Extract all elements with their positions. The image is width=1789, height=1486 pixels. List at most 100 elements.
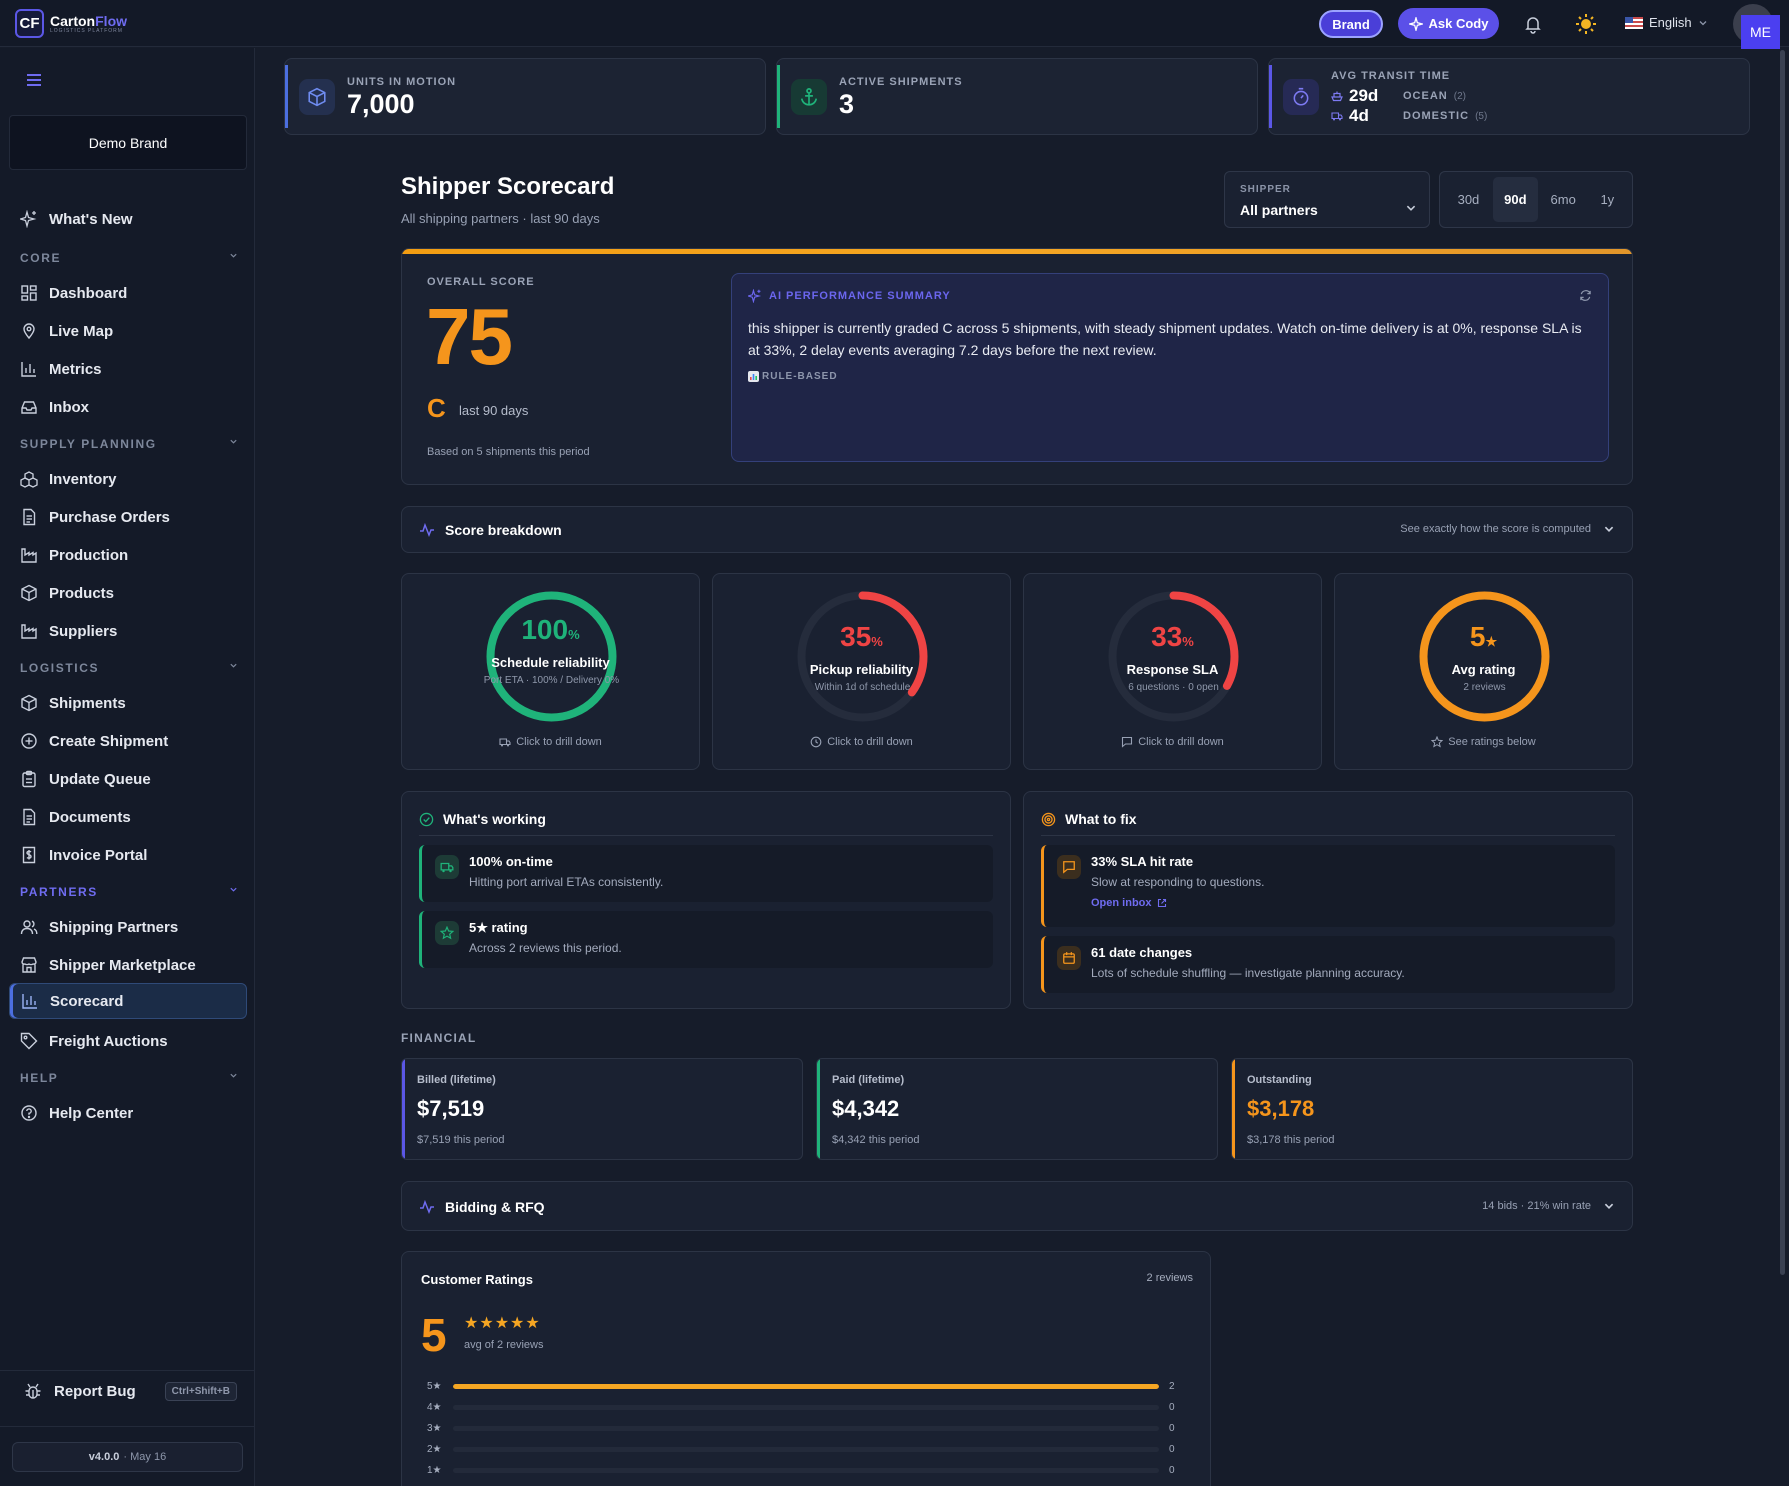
anchor-icon [791, 79, 827, 115]
drill-down-link[interactable]: Click to drill down [1024, 736, 1321, 748]
sidebar-item-shipping-partners[interactable]: Shipping Partners [9, 909, 247, 945]
range-30d[interactable]: 30d [1446, 177, 1491, 222]
theme-toggle-sun-icon[interactable] [1575, 13, 1597, 35]
financial-value: $3,178 [1247, 1096, 1315, 1121]
app-logo[interactable]: CF CartonFlow LOGISTICS PLATFORM [15, 9, 127, 38]
package-icon [21, 584, 37, 602]
range-6mo[interactable]: 6mo [1540, 177, 1587, 222]
see-ratings-link[interactable]: See ratings below [1335, 736, 1632, 748]
shipper-select[interactable]: SHIPPER All partners [1224, 171, 1430, 228]
sidebar-item-label: Create Shipment [49, 732, 169, 750]
sidebar-item-label: Purchase Orders [49, 508, 170, 526]
nav-section-core[interactable]: CORE [20, 251, 238, 265]
sidebar-item-scorecard[interactable]: Scorecard [9, 983, 247, 1019]
gauge-schedule-reliability[interactable]: 100% Schedule reliability Port ETA · 100… [401, 573, 700, 770]
sidebar-item-live-map[interactable]: Live Map [9, 313, 247, 349]
rating-row-label: 1★ [427, 1464, 442, 1476]
page-subtitle: All shipping partners · last 90 days [401, 211, 600, 226]
sidebar-item-suppliers[interactable]: Suppliers [9, 613, 247, 649]
nav-section-supply-planning[interactable]: SUPPLY PLANNING [20, 437, 238, 451]
sidebar-item-help-center[interactable]: Help Center [9, 1095, 247, 1131]
sidebar-item-purchase-orders[interactable]: Purchase Orders [9, 499, 247, 535]
chevron-down-icon [230, 253, 237, 258]
brand-button[interactable]: Brand [1319, 10, 1383, 38]
bell-icon[interactable] [1523, 14, 1543, 34]
gauge-value: 35% [713, 621, 1010, 653]
sidebar-item-create-shipment[interactable]: Create Shipment [9, 723, 247, 759]
chevron-down-icon [230, 887, 237, 892]
ask-cody-label: Ask Cody [1428, 16, 1489, 31]
ratings-title: Customer Ratings [421, 1272, 533, 1287]
hamburger-menu-icon[interactable] [26, 73, 42, 87]
drill-down-link[interactable]: Click to drill down [402, 736, 699, 748]
kpi-active-shipments: ACTIVE SHIPMENTS 3 [776, 58, 1258, 135]
fix-item-desc: Slow at responding to questions. [1091, 875, 1265, 889]
factory-icon [21, 548, 37, 563]
refresh-icon[interactable] [1579, 289, 1592, 302]
financial-card-billed: Billed (lifetime) $7,519 $7,519 this per… [401, 1058, 803, 1160]
kpi-label: ACTIVE SHIPMENTS [839, 76, 963, 88]
sidebar-item-shipper-marketplace[interactable]: Shipper Marketplace [9, 947, 247, 983]
chevron-down-icon [230, 663, 237, 668]
sidebar-item-label: Scorecard [50, 992, 124, 1010]
sparkles-icon [20, 210, 37, 228]
ask-cody-button[interactable]: Ask Cody [1398, 8, 1499, 39]
score-breakdown-toggle[interactable]: Score breakdown See exactly how the scor… [401, 506, 1633, 553]
sidebar-item-label: Freight Auctions [49, 1032, 168, 1050]
financial-value: $7,519 [417, 1096, 485, 1121]
overall-score-card: OVERALL SCORE 75 C last 90 days Based on… [401, 248, 1633, 485]
brand-switcher[interactable]: Demo Brand [9, 115, 247, 170]
top-bar: CF CartonFlow LOGISTICS PLATFORM Brand A… [0, 0, 1789, 49]
sidebar-item-products[interactable]: Products [9, 575, 247, 611]
gauge-sub: 6 questions · 0 open [1128, 682, 1219, 693]
range-1y[interactable]: 1y [1589, 177, 1626, 222]
sidebar-item-metrics[interactable]: Metrics [9, 351, 247, 387]
overall-score-value: 75 [426, 292, 513, 381]
sidebar-item-update-queue[interactable]: Update Queue [9, 761, 247, 797]
kpi-value: 3 [839, 89, 855, 119]
sidebar-item-dashboard[interactable]: Dashboard [9, 275, 247, 311]
sidebar-item-inventory[interactable]: Inventory [9, 461, 247, 497]
user-initials-badge[interactable]: ME [1741, 15, 1780, 49]
section-label: SUPPLY PLANNING [20, 437, 157, 451]
sidebar-item-label: Documents [49, 808, 131, 826]
sidebar-item-freight-auctions[interactable]: Freight Auctions [9, 1023, 247, 1059]
version-number: v4.0.0 [88, 1451, 120, 1463]
rating-row: 3★ 0 [427, 1422, 1195, 1434]
sidebar-item-label: What's New [49, 210, 133, 228]
gauge-pickup-reliability[interactable]: 35% Pickup reliability Within 1d of sche… [712, 573, 1011, 770]
language-selector[interactable]: English [1625, 15, 1708, 30]
nav-section-logistics[interactable]: LOGISTICS [20, 661, 238, 675]
section-label: LOGISTICS [20, 661, 100, 675]
page-scrollbar[interactable] [1780, 50, 1785, 1275]
bidding-rfq-toggle[interactable]: Bidding & RFQ 14 bids · 21% win rate [401, 1181, 1633, 1231]
sidebar-item-production[interactable]: Production [9, 537, 247, 573]
gauge-number: 35 [840, 621, 872, 652]
factory-icon [21, 624, 37, 639]
drill-down-link[interactable]: Click to drill down [713, 736, 1010, 748]
nav-section-help[interactable]: HELP [20, 1071, 238, 1085]
sidebar-item-label: Shipments [49, 694, 126, 712]
rating-row-count: 0 [1169, 1443, 1175, 1455]
open-inbox-link[interactable]: Open inbox [1091, 897, 1167, 909]
gauge-response-sla[interactable]: 33% Response SLA 6 questions · 0 open Cl… [1023, 573, 1322, 770]
range-90d[interactable]: 90d [1492, 177, 1538, 222]
sidebar-item-label: Inbox [49, 398, 89, 416]
sidebar-item-inbox[interactable]: Inbox [9, 389, 247, 425]
sidebar-item-invoice-portal[interactable]: Invoice Portal [9, 837, 247, 873]
sidebar-item-documents[interactable]: Documents [9, 799, 247, 835]
report-bug-button[interactable]: Report Bug Ctrl+Shift+B [9, 1370, 247, 1412]
nav-section-partners[interactable]: PARTNERS [20, 885, 238, 899]
logo-name-a: Carton [50, 12, 96, 29]
sidebar-item-whats-new[interactable]: What's New [9, 201, 247, 237]
kpi-label: AVG TRANSIT TIME [1331, 70, 1451, 82]
cube-icon [299, 79, 335, 115]
gauge-avg-rating[interactable]: 5★ Avg rating 2 reviews See ratings belo… [1334, 573, 1633, 770]
kpi-avg-transit-time: AVG TRANSIT TIME 29d OCEAN (2) 4d DOMEST… [1268, 58, 1750, 135]
timer-icon [1283, 79, 1319, 115]
financial-label: Billed (lifetime) [417, 1074, 496, 1086]
plus-circle-icon [21, 733, 37, 749]
sidebar-item-shipments[interactable]: Shipments [9, 685, 247, 721]
truck-icon [435, 855, 459, 879]
score-breakdown-hint: See exactly how the score is computed [1400, 523, 1591, 535]
